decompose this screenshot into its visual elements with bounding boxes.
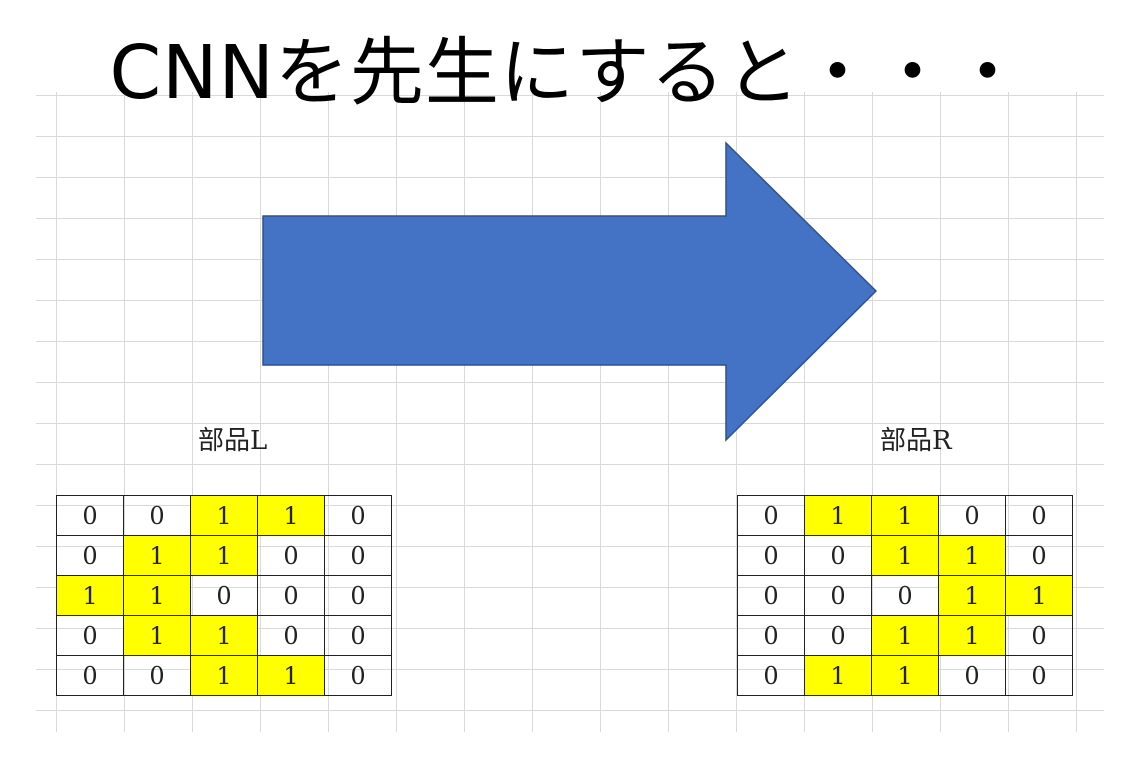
grid-cell: 0 (123, 495, 191, 536)
grid-cell: 0 (804, 575, 872, 616)
grid-cell: 0 (56, 535, 124, 576)
grid-row: 00110 (56, 495, 392, 536)
grid-cell: 0 (257, 615, 325, 656)
grid-cell: 0 (737, 615, 805, 656)
arrow-shape (262, 141, 878, 442)
grid-cell: 1 (123, 535, 191, 576)
grid-cell: 0 (324, 575, 392, 616)
grid-cell: 0 (737, 575, 805, 616)
grid-cell: 1 (938, 535, 1006, 576)
grid-cell: 1 (804, 655, 872, 696)
grid-cell: 1 (871, 495, 939, 536)
grid-cell: 0 (737, 655, 805, 696)
grid-cell: 0 (56, 655, 124, 696)
grid-cell: 1 (257, 655, 325, 696)
grid-cell: 1 (123, 575, 191, 616)
grid-cell: 1 (871, 615, 939, 656)
grid-cell: 1 (257, 495, 325, 536)
grid-cell: 0 (737, 535, 805, 576)
grid-cell: 1 (190, 495, 258, 536)
grid-cell: 1 (190, 535, 258, 576)
grid-cell: 0 (737, 495, 805, 536)
grid-cell: 0 (804, 615, 872, 656)
grid-cell: 0 (1005, 655, 1073, 696)
grid-row: 00011 (737, 575, 1073, 616)
grid-cell: 0 (56, 495, 124, 536)
left-part-label: 部品L (198, 426, 268, 456)
grid-cell: 0 (123, 655, 191, 696)
grid-cell: 0 (324, 615, 392, 656)
grid-row: 01100 (737, 655, 1073, 696)
grid-cell: 1 (1005, 575, 1073, 616)
grid-cell: 1 (871, 535, 939, 576)
grid-cell: 0 (1005, 535, 1073, 576)
grid-cell: 1 (804, 495, 872, 536)
grid-cell: 0 (257, 535, 325, 576)
left-part-grid: 0011001100110000110000110 (56, 495, 392, 696)
grid-cell: 0 (938, 495, 1006, 536)
grid-cell: 0 (56, 615, 124, 656)
grid-cell: 1 (190, 655, 258, 696)
grid-cell: 0 (324, 655, 392, 696)
grid-row: 00110 (737, 615, 1073, 656)
grid-cell: 1 (123, 615, 191, 656)
grid-cell: 0 (1005, 495, 1073, 536)
right-part-label: 部品R (880, 426, 952, 456)
grid-cell: 1 (938, 575, 1006, 616)
grid-row: 01100 (737, 495, 1073, 536)
grid-row: 11000 (56, 575, 392, 616)
grid-cell: 0 (938, 655, 1006, 696)
grid-row: 00110 (737, 535, 1073, 576)
grid-cell: 1 (56, 575, 124, 616)
grid-cell: 1 (190, 615, 258, 656)
grid-row: 00110 (56, 655, 392, 696)
grid-cell: 0 (257, 575, 325, 616)
grid-cell: 1 (938, 615, 1006, 656)
grid-row: 01100 (56, 535, 392, 576)
grid-cell: 0 (324, 495, 392, 536)
grid-cell: 0 (324, 535, 392, 576)
grid-cell: 0 (804, 535, 872, 576)
grid-cell: 0 (1005, 615, 1073, 656)
grid-cell: 0 (871, 575, 939, 616)
grid-row: 01100 (56, 615, 392, 656)
right-part-grid: 0110000110000110011001100 (737, 495, 1073, 696)
grid-cell: 0 (190, 575, 258, 616)
grid-cell: 1 (871, 655, 939, 696)
